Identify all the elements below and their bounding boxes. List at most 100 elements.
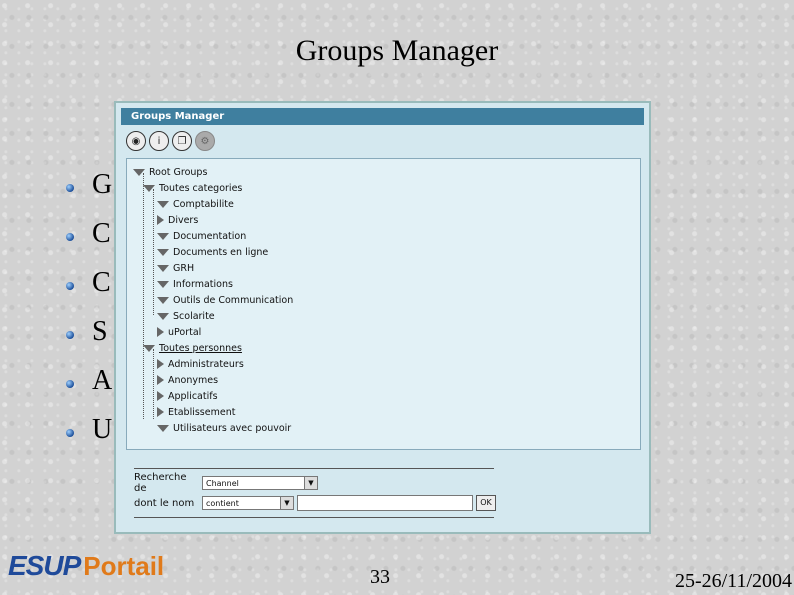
bullet-text: U [92,414,113,445]
tree-node-persons[interactable]: Toutes personnes [143,341,242,355]
search-operator-value: contient [206,499,239,508]
bullet-icon [66,331,74,339]
chevron-down-icon[interactable]: ▼ [304,477,317,489]
bullet-icon [66,380,74,388]
expand-icon [157,280,169,288]
tree-node-label: GRH [173,262,195,274]
bullet-item: S [62,315,112,364]
tree-node-label: Informations [173,278,233,290]
search-type-row: Recherche de Channel ▼ [134,472,318,494]
search-type-value: Channel [206,479,239,488]
bullet-text: S [92,316,108,347]
bullet-item: A [62,364,112,413]
tree-node-label: Utilisateurs avec pouvoir [173,422,292,434]
tree-node-label: Root Groups [149,166,208,178]
tree-guide-line [143,173,144,419]
tree-node-person-group[interactable]: Etablissement [157,405,235,419]
tree-node-category[interactable]: Outils de Communication [157,293,293,307]
bullet-item: G [62,168,112,217]
bullet-text: C [92,218,111,249]
expand-icon [157,248,169,256]
tree-node-category[interactable]: uPortal [157,325,201,339]
bullet-text: G [92,169,113,200]
expand-icon [157,312,169,320]
search-name-row: dont le nom contient ▼ OK [134,494,496,512]
tree-node-category[interactable]: Documentation [157,229,246,243]
gear-icon[interactable]: ⚙ [195,131,215,151]
tree-node-category[interactable]: GRH [157,261,194,275]
tree-node-label: Outils de Communication [173,294,294,306]
expand-icon [157,296,169,304]
esup-portail-logo: ESUP Portail [8,550,164,582]
search-query-input[interactable] [297,495,473,511]
eye-icon[interactable]: ◉ [126,131,146,151]
expand-icon [133,168,145,176]
search-name-label: dont le nom [134,497,195,509]
collapse-icon [157,391,164,401]
logo-part-portail: Portail [83,551,165,581]
tree-guide-line [153,349,154,419]
slide-title: Groups Manager [295,34,499,67]
footer-date: 25-26/11/2004 [674,570,792,592]
search-panel: Recherche de Channel ▼ dont le nom conti… [134,468,496,518]
tree-node-category[interactable]: Informations [157,277,233,291]
tree-node-person-group[interactable]: Administrateurs [157,357,244,371]
bullet-item: C [62,266,112,315]
tree-node-category[interactable]: Documents en ligne [157,245,268,259]
page-number: 33 [370,566,390,588]
tree-node-label: Etablissement [168,406,236,418]
collapse-icon [157,215,164,225]
expand-icon [157,200,169,208]
collapse-icon [157,327,164,337]
bullet-icon [66,233,74,241]
tree-node-label: Divers [168,214,199,226]
bullet-icon [66,429,74,437]
bullet-item: C [62,217,112,266]
expand-icon [157,264,169,272]
ok-button[interactable]: OK [476,495,496,511]
window-title: Groups Manager [121,108,644,125]
collapse-icon [157,407,164,417]
bullet-text: A [92,365,113,396]
search-operator-select[interactable]: contient ▼ [202,496,294,510]
logo-part-esup: ESUP [8,550,81,581]
tree-node-category[interactable]: Scolarite [157,309,215,323]
group-tree-panel: Root Groups Toutes categories Comptabili… [126,158,641,450]
bullet-icon [66,184,74,192]
tree-node-label: Applicatifs [168,390,218,402]
tree-node-label: uPortal [168,326,202,338]
chevron-down-icon[interactable]: ▼ [280,497,293,509]
bullet-item: U [62,413,112,462]
tree-node-category[interactable]: Comptabilite [157,197,234,211]
tree-guide-line [153,189,154,315]
tree-node-root[interactable]: Root Groups [133,165,207,179]
tree-node-label: Documents en ligne [173,246,269,258]
info-icon[interactable]: i [149,131,169,151]
tree-node-label: Anonymes [168,374,219,386]
tree-node-person-group[interactable]: Anonymes [157,373,218,387]
expand-icon [157,232,169,240]
tree-node-label: Toutes personnes [159,342,242,354]
windows-icon[interactable]: ❐ [172,131,192,151]
groups-manager-window: Groups Manager ◉ i ❐ ⚙ Root Groups Toute… [114,101,651,534]
tree-node-label: Scolarite [173,310,215,322]
tree-node-categories[interactable]: Toutes categories [143,181,242,195]
tree-node-category[interactable]: Divers [157,213,198,227]
toolbar: ◉ i ❐ ⚙ [126,131,215,155]
tree-node-label: Administrateurs [168,358,244,370]
tree-node-label: Comptabilite [173,198,234,210]
expand-icon [157,424,169,432]
collapse-icon [157,359,164,369]
expand-icon [143,184,155,192]
bullet-text: C [92,267,111,298]
expand-icon [143,344,155,352]
bullet-list: G C C S A U [62,168,112,462]
tree-node-person-group[interactable]: Utilisateurs avec pouvoir [157,421,291,435]
tree-node-label: Toutes categories [159,182,243,194]
tree-node-label: Documentation [173,230,247,242]
collapse-icon [157,375,164,385]
search-type-select[interactable]: Channel ▼ [202,476,318,490]
tree-node-person-group[interactable]: Applicatifs [157,389,218,403]
bullet-icon [66,282,74,290]
search-type-label: Recherche de [134,472,187,494]
